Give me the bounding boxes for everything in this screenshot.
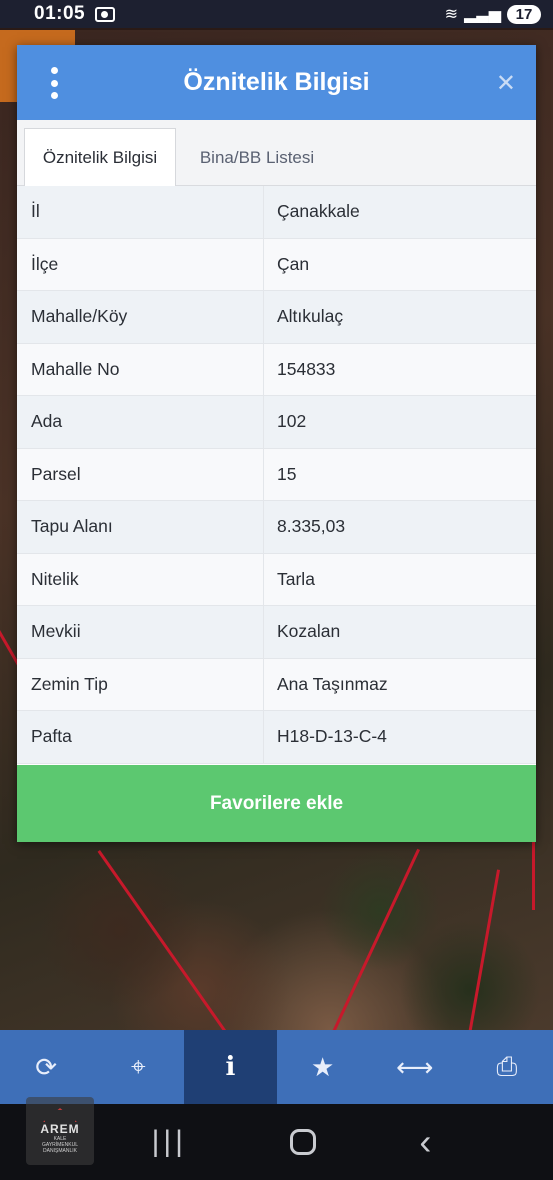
table-row: Mahalle/Köy Altıkulaç <box>17 291 536 344</box>
dialog-title: Öznitelik Bilgisi <box>183 68 370 96</box>
status-time: 01:05 <box>34 3 86 24</box>
table-row: Parsel 15 <box>17 448 536 501</box>
close-icon[interactable]: ✕ <box>496 69 516 98</box>
house-roof-icon <box>43 1108 77 1122</box>
attribute-label: Mevkii <box>17 606 264 658</box>
parcel-boundary-line <box>97 850 227 1030</box>
table-row: İl Çanakkale <box>17 186 536 239</box>
attribute-label: İlçe <box>17 238 264 290</box>
table-row: Nitelik Tarla <box>17 553 536 606</box>
table-row: Mahalle No 154833 <box>17 343 536 396</box>
attribute-value: Altıkulaç <box>277 306 344 327</box>
info-icon[interactable]: i <box>184 1030 277 1104</box>
attribute-value: Kozalan <box>277 621 341 642</box>
table-row: İlçe Çan <box>17 238 536 291</box>
table-row: Tapu Alanı 8.335,03 <box>17 501 536 554</box>
attribute-value: 15 <box>277 463 297 484</box>
attribute-label: Ada <box>17 396 264 448</box>
status-indicators: ≋ ▂▃▅ 17 <box>445 4 541 24</box>
attribute-value: 154833 <box>277 358 336 379</box>
logo-name: AREM <box>40 1122 80 1136</box>
vertical-dots-icon[interactable] <box>45 67 63 99</box>
attribute-value: 102 <box>277 411 307 432</box>
status-bar: 01:05 ≋ ▂▃▅ 17 <box>0 0 553 28</box>
attribute-label: Parsel <box>17 448 264 500</box>
add-to-favorites-button[interactable]: Favorilere ekle <box>17 765 536 842</box>
attribute-value: 8.335,03 <box>277 516 346 537</box>
map-toolbar: ⟳ ⌖ i ★ ⟷ ⎙ <box>0 1030 553 1104</box>
logo-sub-2: GAYRİMENKUL DANIŞMANLIK <box>41 1142 79 1154</box>
attribute-value: H18-D-13-C-4 <box>277 726 387 747</box>
attribute-label: Pafta <box>17 711 264 763</box>
print-icon[interactable]: ⎙ <box>461 1030 553 1104</box>
screenshot-icon <box>95 6 116 22</box>
company-logo: AREM KALE GAYRİMENKUL DANIŞMANLIK <box>26 1097 94 1165</box>
refresh-icon[interactable]: ⟳ <box>0 1030 92 1104</box>
tab-building-list[interactable]: Bina/BB Listesi <box>177 128 337 187</box>
attribute-value: Çan <box>277 253 310 274</box>
recent-apps-button[interactable]: ||| <box>152 1125 187 1159</box>
wifi-icon: ≋ <box>444 6 459 23</box>
attribute-value: Çanakkale <box>277 201 360 222</box>
attribute-label: Mahalle/Köy <box>17 291 264 343</box>
attribute-value: Tarla <box>277 568 315 589</box>
tab-attribute-info[interactable]: Öznitelik Bilgisi <box>24 128 176 187</box>
attribute-dialog: Öznitelik Bilgisi ✕ Öznitelik Bilgisi Bi… <box>17 45 536 842</box>
attribute-label: Mahalle No <box>17 343 264 395</box>
crosshair-icon[interactable]: ⌖ <box>92 1030 184 1104</box>
home-button[interactable] <box>290 1129 317 1155</box>
table-row: Pafta H18-D-13-C-4 <box>17 711 536 764</box>
signal-icon: ▂▃▅ <box>464 6 501 23</box>
attribute-label: İl <box>17 186 264 238</box>
attribute-value: Ana Taşınmaz <box>277 673 388 694</box>
battery-badge: 17 <box>507 4 541 24</box>
dialog-header: Öznitelik Bilgisi ✕ <box>17 45 536 120</box>
attribute-label: Zemin Tip <box>17 658 264 710</box>
back-button[interactable]: ‹ <box>419 1121 431 1163</box>
measure-icon[interactable]: ⟷ <box>369 1030 461 1104</box>
tab-bar: Öznitelik Bilgisi Bina/BB Listesi <box>17 120 536 187</box>
attribute-table: İl Çanakkale İlçe Çan Mahalle/Köy Altıkulaç Ma… <box>17 186 536 764</box>
parcel-boundary-line <box>332 848 420 1030</box>
table-row: Zemin Tip Ana Taşınmaz <box>17 658 536 711</box>
attribute-label: Nitelik <box>17 553 264 605</box>
attribute-label: Tapu Alanı <box>17 501 264 553</box>
parcel-boundary-line <box>465 869 500 1030</box>
table-row: Ada 102 <box>17 396 536 449</box>
table-row: Mevkii Kozalan <box>17 606 536 659</box>
star-icon[interactable]: ★ <box>277 1030 369 1104</box>
